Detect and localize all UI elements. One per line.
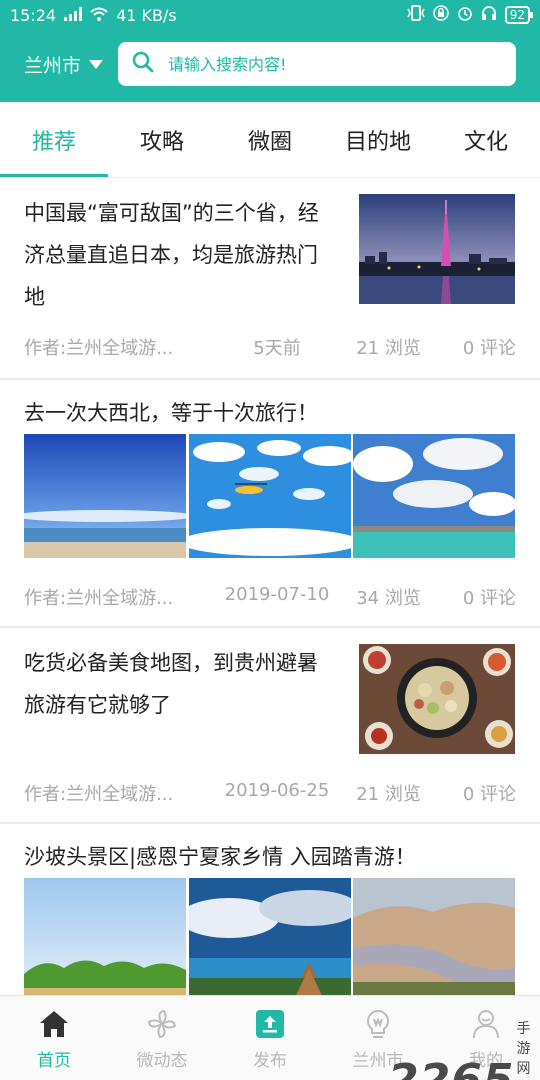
article-meta: 作者:兰州全域游... 5天前 21 浏览 0 评论: [24, 334, 516, 360]
article-feed[interactable]: 中国最“富可敌国”的三个省，经 济总量直追日本，均是旅游热门 地 作者:兰州全域…: [0, 178, 540, 995]
article-views: 34 浏览: [356, 588, 421, 609]
article-image: [353, 434, 515, 558]
article-author: 作者:兰州全域游...: [24, 588, 174, 609]
article-image: [24, 878, 186, 995]
signal-icon: [64, 6, 83, 25]
article-image: [353, 878, 515, 995]
tab-destinations[interactable]: 目的地: [324, 102, 432, 177]
search-icon: [132, 51, 154, 77]
tab-guides[interactable]: 攻略: [108, 102, 216, 177]
article-author: 作者:兰州全域游...: [24, 784, 174, 805]
article-card[interactable]: 吃货必备美食地图，到贵州避暑 旅游有它就够了 作者:兰州全域游... 2019-…: [0, 628, 540, 824]
article-meta: 作者:兰州全域游... 2019-06-25 21 浏览 0 评论: [24, 780, 516, 806]
article-thumbnail: [359, 644, 515, 754]
vibrate-icon: [407, 5, 425, 25]
article-views: 21 浏览: [356, 784, 421, 805]
nav-label: 微动态: [136, 1051, 188, 1071]
article-thumbnail: [359, 194, 515, 304]
article-title: 去一次大西北，等于十次旅行！: [24, 401, 318, 425]
article-title: 沙坡头景区|感恩宁夏家乡情 入园踏青游！: [24, 845, 416, 869]
article-image: [189, 434, 351, 558]
status-time: 15:24: [10, 5, 57, 25]
article-comments: 0 评论: [462, 588, 516, 609]
article-author: 作者:兰州全域游...: [24, 338, 174, 359]
lightbulb-icon: [360, 1006, 396, 1042]
upload-icon: [252, 1006, 288, 1042]
article-image: [189, 878, 351, 995]
article-card[interactable]: 去一次大西北，等于十次旅行！ 作者:兰州全域游... 2019-07-10 34…: [0, 380, 540, 628]
bottom-navigation: 首页 微动态 发布 兰州市 我的: [0, 995, 540, 1080]
nav-label: 我的: [469, 1051, 503, 1071]
article-comments: 0 评论: [462, 784, 516, 805]
article-date: 5天前: [253, 338, 301, 359]
alarm-icon: [457, 5, 473, 25]
chevron-down-icon: [89, 59, 104, 69]
article-card[interactable]: 沙坡头景区|感恩宁夏家乡情 入园踏青游！: [0, 824, 540, 995]
article-date: 2019-06-25: [224, 780, 330, 801]
status-bar: 15:24 41 KB/s 92: [0, 0, 540, 30]
tab-recommend[interactable]: 推荐: [0, 102, 108, 177]
article-date: 2019-07-10: [224, 584, 330, 605]
nav-label: 首页: [37, 1051, 71, 1071]
nav-moments[interactable]: 微动态: [108, 996, 216, 1080]
article-comments: 0 评论: [462, 338, 516, 359]
nav-label: 兰州市: [352, 1051, 404, 1071]
home-icon: [36, 1006, 72, 1042]
user-icon: [468, 1006, 504, 1042]
nav-city[interactable]: 兰州市: [324, 996, 432, 1080]
article-meta: 作者:兰州全域游... 2019-07-10 34 浏览 0 评论: [24, 584, 516, 610]
tab-culture[interactable]: 文化: [432, 102, 540, 177]
article-card[interactable]: 中国最“富可敌国”的三个省，经 济总量直追日本，均是旅游热门 地 作者:兰州全域…: [0, 178, 540, 380]
article-title: 吃货必备美食地图，到贵州避暑 旅游有它就够了: [24, 651, 318, 717]
battery-indicator: 92: [504, 6, 534, 24]
nav-label: 发布: [253, 1051, 287, 1071]
search-input[interactable]: [168, 54, 488, 74]
app-header: 15:24 41 KB/s 92 兰州市: [0, 0, 540, 102]
pinwheel-icon: [144, 1006, 180, 1042]
headphones-icon: [481, 5, 497, 25]
lock-rotation-icon: [432, 5, 449, 25]
city-label: 兰州市: [24, 54, 82, 77]
search-bar[interactable]: [118, 42, 516, 86]
category-tabs: 推荐 攻略 微圈 目的地 文化: [0, 102, 540, 178]
article-views: 21 浏览: [356, 338, 421, 359]
city-selector[interactable]: 兰州市: [24, 46, 104, 82]
network-speed: 41 KB/s: [116, 5, 177, 25]
nav-home[interactable]: 首页: [0, 996, 108, 1080]
wifi-icon: [90, 6, 108, 25]
article-image: [24, 434, 186, 558]
nav-profile[interactable]: 我的: [432, 996, 540, 1080]
nav-publish[interactable]: 发布: [216, 996, 324, 1080]
article-title: 中国最“富可敌国”的三个省，经 济总量直追日本，均是旅游热门 地: [24, 201, 319, 309]
tab-micro-circle[interactable]: 微圈: [216, 102, 324, 177]
